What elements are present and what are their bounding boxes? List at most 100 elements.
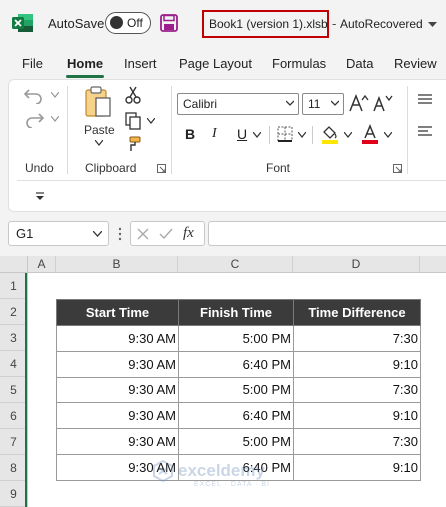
select-all-corner[interactable] xyxy=(0,256,28,273)
font-color-dropdown-icon[interactable] xyxy=(384,132,392,138)
column-header-e[interactable] xyxy=(420,256,446,273)
cell-finish-time[interactable]: 5:00 PM xyxy=(178,376,294,404)
enter-check-icon[interactable] xyxy=(159,228,173,240)
row-header[interactable]: 9 xyxy=(0,481,28,507)
cell-finish-time[interactable]: 6:40 PM xyxy=(178,402,294,430)
font-group-label: Font xyxy=(266,161,291,175)
cell-start-time[interactable]: 9:30 AM xyxy=(56,376,179,404)
row-header[interactable]: 4 xyxy=(0,351,28,377)
row-number: 5 xyxy=(10,383,17,397)
column-header-c[interactable]: C xyxy=(178,256,293,273)
autosave-state: Off xyxy=(127,16,143,30)
cell-time-difference[interactable]: 9:10 xyxy=(293,350,421,378)
title-separator: - xyxy=(332,16,337,31)
column-header-b[interactable]: B xyxy=(56,256,178,273)
row-header[interactable]: 3 xyxy=(0,325,28,351)
italic-button[interactable]: I xyxy=(212,126,217,142)
tab-page-layout[interactable]: Page Layout xyxy=(179,56,252,71)
cell-finish-time[interactable]: 6:40 PM xyxy=(178,350,294,378)
undo-dropdown-icon[interactable] xyxy=(51,92,59,98)
cell-finish-time[interactable]: 5:00 PM xyxy=(178,428,294,455)
column-header-a[interactable]: A xyxy=(28,256,56,273)
dialog-launcher-icon[interactable] xyxy=(157,164,166,173)
cell-time-difference[interactable]: 7:30 xyxy=(293,428,421,455)
fill-color-dropdown-icon[interactable] xyxy=(344,132,352,138)
font-color-icon[interactable] xyxy=(361,124,379,144)
tab-review[interactable]: Review xyxy=(394,56,437,71)
title-bar: AutoSave Off Book1 (version 1).xlsb - Au… xyxy=(0,0,446,48)
cell-time-difference[interactable]: 9:10 xyxy=(293,453,421,481)
copy-icon[interactable] xyxy=(125,112,141,130)
file-name: Book1 (version 1).xlsb xyxy=(209,17,328,31)
chevron-down-icon[interactable] xyxy=(428,22,437,28)
insert-function-button[interactable]: fx xyxy=(183,225,194,242)
paste-icon[interactable] xyxy=(84,86,112,118)
watermark-tagline: EXCEL · DATA · BI xyxy=(194,481,270,488)
underline-dropdown-icon[interactable] xyxy=(253,132,261,138)
bold-button[interactable]: B xyxy=(185,126,195,142)
column-header-d[interactable]: D xyxy=(293,256,420,273)
dialog-launcher-icon[interactable] xyxy=(393,164,402,173)
autosave-label: AutoSave xyxy=(48,16,105,31)
row-header[interactable]: 1 xyxy=(0,273,28,299)
autosave-toggle[interactable]: Off xyxy=(105,12,151,34)
header-start-time[interactable]: Start Time xyxy=(56,299,179,326)
format-painter-icon[interactable] xyxy=(125,136,141,152)
table-header-row: Start Time Finish Time Time Difference xyxy=(56,299,421,326)
tab-data[interactable]: Data xyxy=(346,56,373,71)
paste-dropdown-icon[interactable] xyxy=(95,140,103,146)
paste-label[interactable]: Paste xyxy=(84,123,115,137)
cut-icon[interactable] xyxy=(125,86,141,104)
cell-time-difference[interactable]: 7:30 xyxy=(293,376,421,404)
tab-formulas[interactable]: Formulas xyxy=(272,56,326,71)
row-header[interactable]: 7 xyxy=(0,429,28,455)
row-header[interactable]: 5 xyxy=(0,377,28,403)
copy-dropdown-icon[interactable] xyxy=(147,118,155,124)
formula-input[interactable] xyxy=(208,221,446,246)
cell-time-difference[interactable]: 9:10 xyxy=(293,402,421,430)
active-tab-indicator xyxy=(66,75,104,78)
chevron-down-icon xyxy=(331,100,339,106)
undo-group-label: Undo xyxy=(25,161,54,175)
clipboard-group-label: Clipboard xyxy=(85,161,137,175)
cell-start-time[interactable]: 9:30 AM xyxy=(56,350,179,378)
font-name-select[interactable]: Calibri xyxy=(177,93,299,115)
name-box-value: G1 xyxy=(16,226,34,241)
align-left-icon[interactable] xyxy=(417,126,433,138)
redo-icon[interactable] xyxy=(23,110,45,128)
file-name-highlight[interactable]: Book1 (version 1).xlsb xyxy=(202,10,329,38)
formula-buttons: fx xyxy=(130,221,205,246)
row-number: 9 xyxy=(10,487,17,501)
cell-finish-time[interactable]: 5:00 PM xyxy=(178,325,294,352)
save-icon[interactable] xyxy=(160,14,178,32)
customize-toolbar-icon[interactable] xyxy=(35,192,45,201)
borders-icon[interactable] xyxy=(277,126,293,142)
cancel-icon[interactable] xyxy=(137,228,149,240)
tab-home[interactable]: Home xyxy=(67,56,103,71)
redo-dropdown-icon[interactable] xyxy=(51,116,59,122)
row-header[interactable]: 2 xyxy=(0,299,28,325)
quick-access-toolbar xyxy=(17,180,446,211)
cell-time-difference[interactable]: 7:30 xyxy=(293,325,421,352)
more-options-icon[interactable] xyxy=(118,227,122,241)
chevron-down-icon xyxy=(286,100,294,106)
cell-start-time[interactable]: 9:30 AM xyxy=(56,325,179,352)
header-finish-time[interactable]: Finish Time xyxy=(178,299,294,326)
underline-button[interactable]: U xyxy=(237,126,247,142)
name-box[interactable]: G1 xyxy=(8,221,109,246)
cell-start-time[interactable]: 9:30 AM xyxy=(56,402,179,430)
header-time-difference[interactable]: Time Difference xyxy=(293,299,421,326)
borders-dropdown-icon[interactable] xyxy=(298,132,306,138)
font-size-select[interactable]: 11 xyxy=(302,93,344,115)
undo-icon[interactable] xyxy=(23,86,45,104)
increase-font-size-icon[interactable] xyxy=(349,94,369,112)
tab-file[interactable]: File xyxy=(22,56,43,71)
row-header[interactable]: 6 xyxy=(0,403,28,429)
row-header[interactable]: 8 xyxy=(0,455,28,481)
decrease-font-size-icon[interactable] xyxy=(373,94,393,112)
tab-insert[interactable]: Insert xyxy=(124,56,157,71)
row-number: 8 xyxy=(10,461,17,475)
cell-start-time[interactable]: 9:30 AM xyxy=(56,428,179,455)
fill-color-icon[interactable] xyxy=(321,124,339,144)
align-top-icon[interactable] xyxy=(417,94,433,106)
